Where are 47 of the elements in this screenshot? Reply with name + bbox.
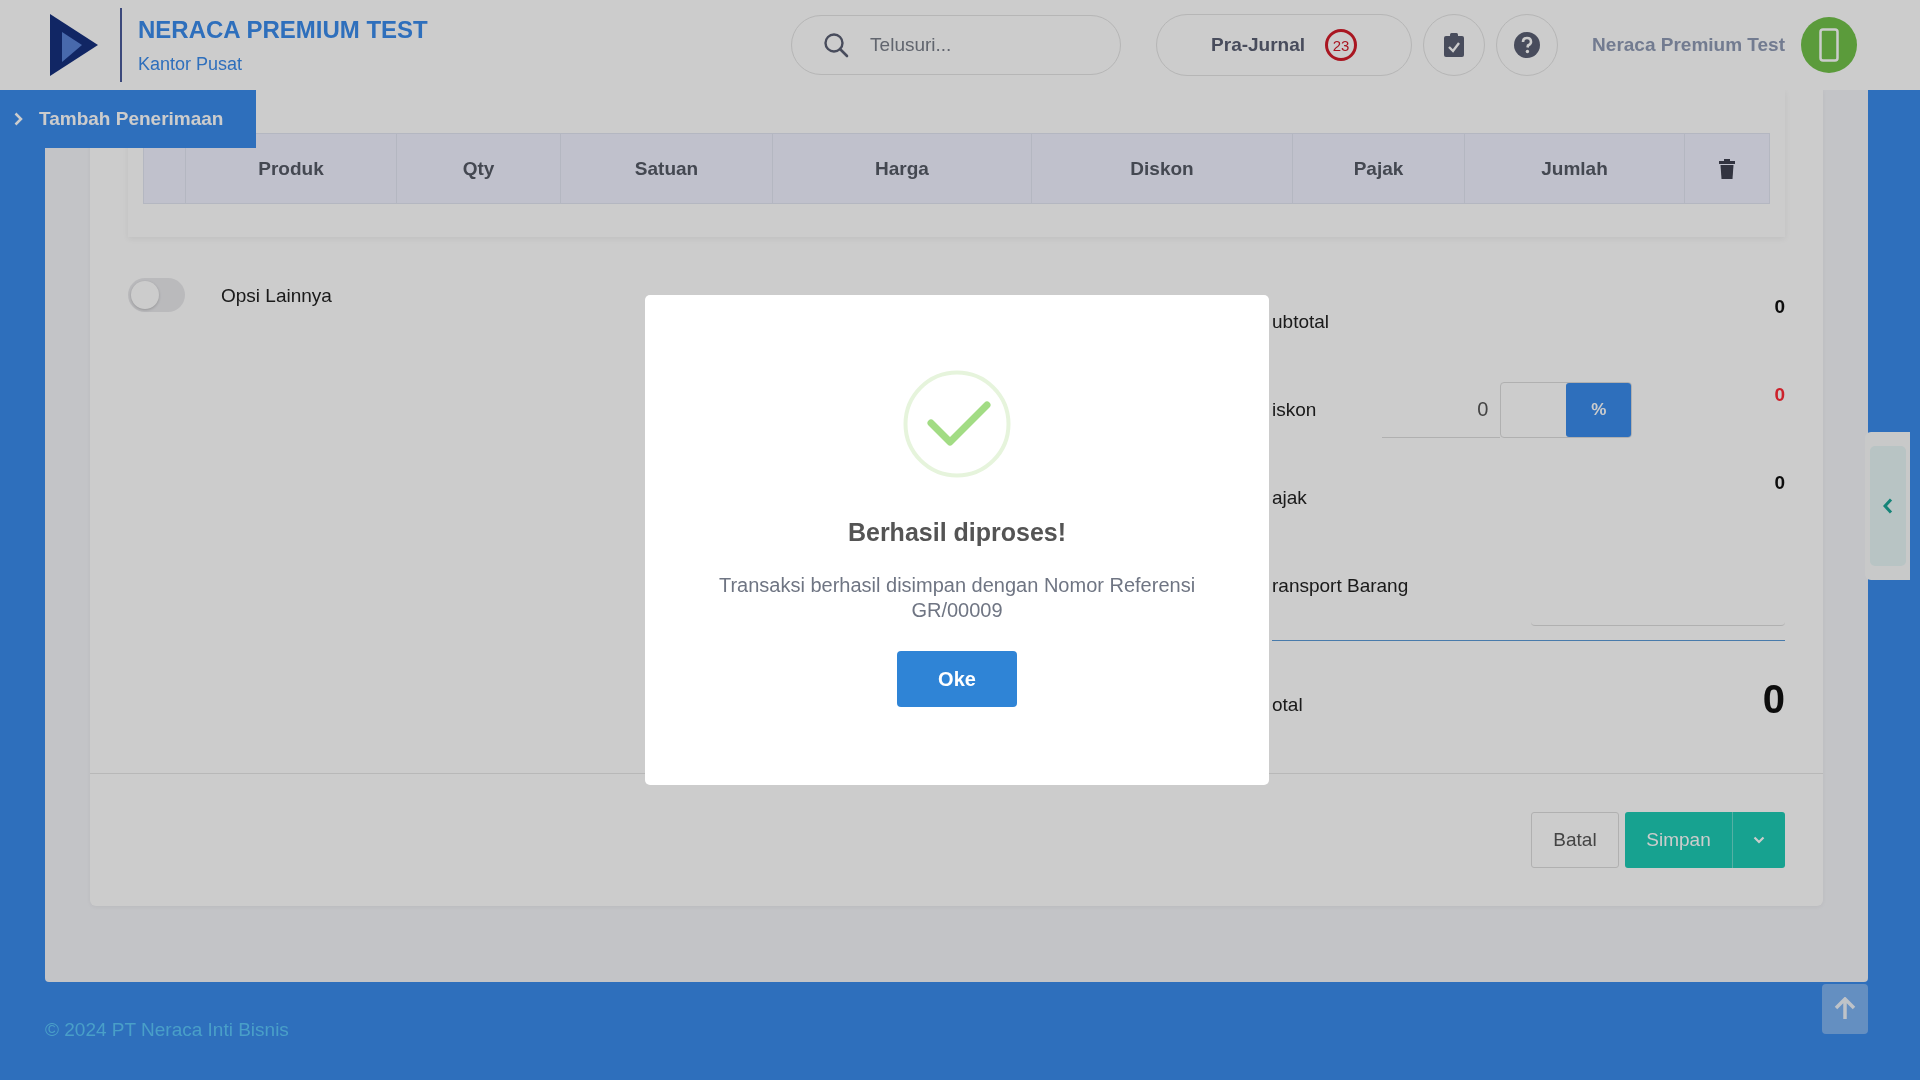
cancel-button[interactable]: Batal xyxy=(1531,812,1619,868)
clipboard-check-icon xyxy=(1444,33,1465,57)
user-name: Neraca Premium Test xyxy=(1592,34,1785,56)
summary-label: ransport Barang xyxy=(1272,575,1409,597)
side-panel-toggle[interactable] xyxy=(1865,432,1910,580)
search-field[interactable]: Telusuri... xyxy=(791,15,1122,75)
dialog-title: Berhasil diproses! xyxy=(847,518,1067,547)
total-value: 0 xyxy=(1762,676,1785,722)
column-header: Harga xyxy=(773,134,1032,203)
column-header: Jumlah xyxy=(1465,134,1685,203)
user-avatar[interactable] xyxy=(1801,17,1857,73)
arrow-up-icon xyxy=(1834,997,1856,1021)
summary-value: 0 xyxy=(1774,472,1785,494)
pra-jurnal-label: Pra-Jurnal xyxy=(1211,34,1306,56)
summary-label: iskon xyxy=(1272,399,1317,421)
caret-icon xyxy=(1753,836,1765,844)
column-header: Pajak xyxy=(1293,134,1465,203)
pra-jurnal-button[interactable]: Pra-Jurnal 23 xyxy=(1156,14,1413,76)
total-label: otal xyxy=(1272,694,1303,716)
help-icon xyxy=(1514,32,1541,58)
scroll-top-button[interactable] xyxy=(1822,984,1868,1034)
summary-label: ajak xyxy=(1272,487,1307,509)
toggle-label: Opsi Lainnya xyxy=(221,285,332,307)
percent-button[interactable]: % xyxy=(1566,383,1632,437)
dialog-message: Transaksi berhasil disimpan dengan Nomor Referensi GR/00009 xyxy=(717,573,1197,623)
discount-type-select[interactable]: % xyxy=(1500,382,1633,438)
toggle-switch[interactable] xyxy=(128,278,185,312)
phone-icon xyxy=(1819,28,1839,62)
column-header: Diskon xyxy=(1032,134,1293,203)
discount-input[interactable]: 0 xyxy=(1382,382,1501,438)
summary-value: 0 xyxy=(1774,296,1785,318)
column-header: Qty xyxy=(397,134,561,203)
chevron-left-icon xyxy=(1882,498,1893,514)
check-circle-icon xyxy=(903,370,1011,478)
trash-icon[interactable] xyxy=(1719,158,1735,179)
summary-label: ubtotal xyxy=(1272,311,1330,333)
company-name: NERACA PREMIUM TEST xyxy=(138,15,428,44)
branch-name: Kantor Pusat xyxy=(138,53,244,75)
column-header: Produk xyxy=(186,134,397,203)
column-header: Satuan xyxy=(561,134,773,203)
logo-icon xyxy=(48,14,98,76)
ok-button[interactable]: Oke xyxy=(897,651,1017,707)
count-badge: 23 xyxy=(1325,29,1358,61)
summary-value: 0 xyxy=(1774,384,1785,406)
chevron-right-icon xyxy=(14,112,23,126)
save-button[interactable]: Simpan xyxy=(1625,812,1733,868)
page-title: Tambah Penerimaan xyxy=(39,108,224,130)
